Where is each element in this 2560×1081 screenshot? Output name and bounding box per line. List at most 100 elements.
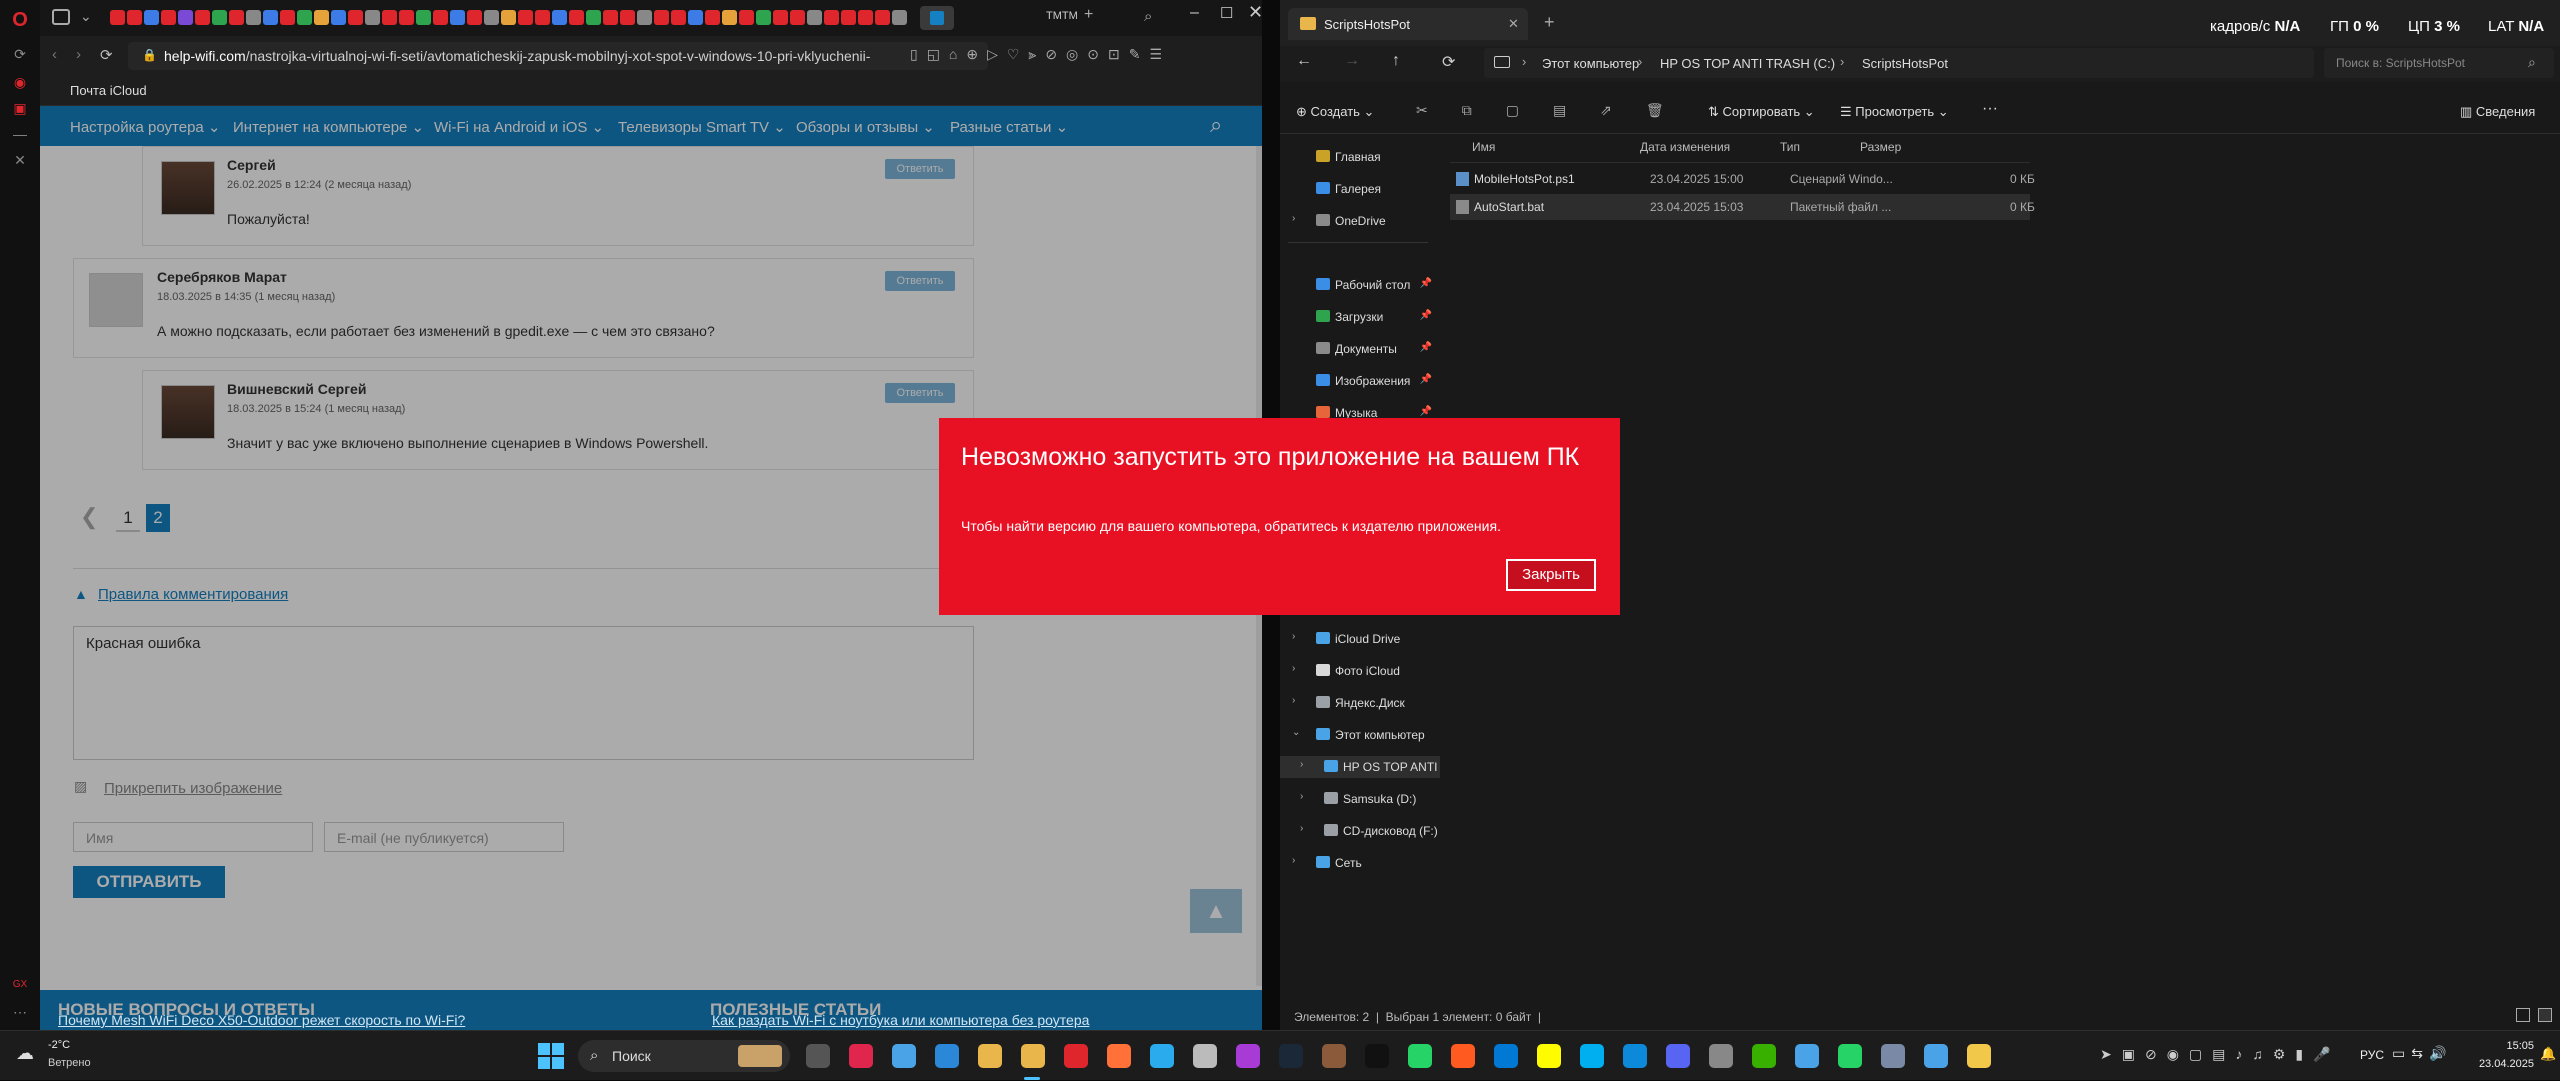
minimize-icon[interactable]: – — [1190, 4, 1199, 22]
taskbar-app-icon[interactable] — [1365, 1044, 1389, 1068]
column-date[interactable]: Дата изменения — [1640, 140, 1730, 154]
tab-favicon-icon[interactable] — [127, 10, 142, 25]
taskbar-app-icon[interactable] — [978, 1044, 1002, 1068]
tab-favicon-icon[interactable] — [280, 10, 295, 25]
taskbar-app-icon[interactable] — [1666, 1044, 1690, 1068]
tab-favicon-icon[interactable] — [603, 10, 618, 25]
view-button[interactable]: ☰ Просмотреть ⌄ — [1840, 104, 1949, 120]
sort-button[interactable]: ⇅ Сортировать ⌄ — [1708, 104, 1815, 120]
tab-favicon-icon[interactable] — [569, 10, 584, 25]
tab-favicon-icon[interactable] — [365, 10, 380, 25]
tab-favicon-icon[interactable] — [484, 10, 499, 25]
explorer-tab[interactable]: ScriptsHotsPot ✕ — [1288, 8, 1528, 40]
tab-favicon-icon[interactable] — [858, 10, 873, 25]
search-field[interactable]: Поиск в: ScriptsHotsPot ⌕ — [2324, 48, 2554, 78]
taskbar-app-icon[interactable] — [1838, 1044, 1862, 1068]
language-indicator[interactable]: РУС — [2360, 1048, 2384, 1062]
more-options-button[interactable]: ··· — [1982, 100, 1998, 118]
tab-favicon-icon[interactable] — [382, 10, 397, 25]
taskbar-app-icon[interactable] — [1881, 1044, 1905, 1068]
nav-drive-c[interactable]: › HP OS TOP ANTI — [1280, 756, 1440, 778]
nav-drive-f[interactable]: › CD-дисковод (F:) — [1280, 820, 1440, 842]
back-icon[interactable]: ← — [1296, 52, 1312, 70]
close-button[interactable]: Закрыть — [1506, 559, 1596, 591]
taskbar-app-icon[interactable] — [1451, 1044, 1475, 1068]
tab-favicon-icon[interactable] — [416, 10, 431, 25]
tab-favicon-icon[interactable] — [807, 10, 822, 25]
new-tab-icon[interactable]: + — [1544, 12, 1555, 33]
taskbar-app-icon[interactable] — [1150, 1044, 1174, 1068]
column-size[interactable]: Размер — [1860, 140, 1901, 154]
address-bar-extensions[interactable]: ▯◱⌂⊕▷♡⫸⊘◎⊙⊡✎☰ — [910, 46, 1250, 66]
taskbar-app-icon[interactable] — [1623, 1044, 1647, 1068]
nav-desktop[interactable]: Рабочий стол 📌 — [1280, 274, 1440, 296]
file-row[interactable]: MobileHotsPot.ps1 23.04.2025 15:00 Сцена… — [1450, 166, 2035, 192]
taskbar-app-icon[interactable] — [1236, 1044, 1260, 1068]
tab-favicon-icon[interactable] — [654, 10, 669, 25]
taskbar-app-icon[interactable] — [849, 1044, 873, 1068]
taskbar-app-icon[interactable] — [1967, 1044, 1991, 1068]
tab-favicon-icon[interactable] — [467, 10, 482, 25]
tab-favicon-icon[interactable] — [110, 10, 125, 25]
tab-favicon-icon[interactable] — [722, 10, 737, 25]
nav-drive-d[interactable]: › Samsuka (D:) — [1280, 788, 1440, 810]
column-type[interactable]: Тип — [1780, 140, 1800, 154]
weather-temp[interactable]: -2°C — [48, 1039, 70, 1051]
tab-favicon-icon[interactable] — [501, 10, 516, 25]
footer-article-link[interactable]: Как раздать Wi-Fi с ноутбука или компьют… — [712, 1012, 1089, 1028]
taskbar-app-icon[interactable] — [892, 1044, 916, 1068]
taskbar-app-icon[interactable] — [1193, 1044, 1217, 1068]
tab-icons-row[interactable] — [110, 0, 970, 36]
breadcrumb[interactable]: › Этот компьютер › HP OS TOP ANTI TRASH … — [1484, 48, 2314, 78]
nav-pictures[interactable]: Изображения 📌 — [1280, 370, 1440, 392]
nav-icloud-photos[interactable]: › Фото iCloud — [1280, 660, 1440, 682]
reload-icon[interactable]: ⟳ — [8, 42, 32, 66]
chevron-down-icon[interactable]: ⌄ — [80, 8, 92, 25]
close-tab-icon[interactable]: ✕ — [1508, 16, 1519, 32]
tab-favicon-icon[interactable] — [348, 10, 363, 25]
footer-question-link[interactable]: Почему Mesh WiFi Deco X50-Outdoor режет … — [58, 1012, 465, 1028]
taskbar-app-icon[interactable] — [1494, 1044, 1518, 1068]
tab-favicon-icon[interactable] — [773, 10, 788, 25]
tab-title[interactable]: ТМТМ — [1046, 10, 1078, 22]
weather-text[interactable]: Ветрено — [48, 1057, 91, 1069]
gx-icon[interactable]: GX — [8, 972, 32, 996]
tab-favicon-icon[interactable] — [297, 10, 312, 25]
tab-favicon-icon[interactable] — [178, 10, 193, 25]
maximize-icon[interactable]: ☐ — [1220, 4, 1233, 22]
tab-favicon-icon[interactable] — [841, 10, 856, 25]
nav-gallery[interactable]: Галерея — [1280, 178, 1440, 200]
taskbar-app-icon[interactable] — [1279, 1044, 1303, 1068]
opera-logo-icon[interactable]: O — [8, 8, 32, 32]
nav-yandex-disk[interactable]: › Яндекс.Диск — [1280, 692, 1440, 714]
tab-favicon-icon[interactable] — [756, 10, 771, 25]
tab-favicon-icon[interactable] — [161, 10, 176, 25]
taskbar-app-icon[interactable] — [1537, 1044, 1561, 1068]
start-icon[interactable] — [538, 1043, 564, 1069]
tab-favicon-icon[interactable] — [195, 10, 210, 25]
tab-favicon-icon[interactable] — [518, 10, 533, 25]
taskbar-app-icon[interactable] — [1021, 1044, 1045, 1068]
taskbar-app-icon[interactable] — [1709, 1044, 1733, 1068]
taskbar-app-icon[interactable] — [1064, 1044, 1088, 1068]
pinned-apps[interactable] — [806, 1031, 1996, 1081]
edit-action-icons[interactable]: ✂⧉▢▤⇗🗑 — [1416, 102, 1698, 119]
create-button[interactable]: ⊕ Создать ⌄ — [1296, 104, 1374, 120]
x-twitter-icon[interactable]: ✕ — [8, 148, 32, 172]
tiles-view-icon[interactable] — [2538, 1008, 2552, 1022]
tab-favicon-icon[interactable] — [246, 10, 261, 25]
tab-favicon-icon[interactable] — [824, 10, 839, 25]
tab-favicon-icon[interactable] — [229, 10, 244, 25]
network-volume-icons[interactable]: ▭⇆🔊 — [2392, 1045, 2452, 1062]
tab-favicon-icon[interactable] — [586, 10, 601, 25]
nav-onedrive[interactable]: › OneDrive — [1280, 210, 1440, 232]
tab-favicon-icon[interactable] — [705, 10, 720, 25]
tab-favicon-icon[interactable] — [671, 10, 686, 25]
tab-favicon-icon[interactable] — [637, 10, 652, 25]
tab-favicon-icon[interactable] — [535, 10, 550, 25]
more-icon[interactable]: ⋯ — [8, 1000, 32, 1024]
bookmark-icloud-mail[interactable]: Почта iCloud — [70, 83, 147, 98]
tab-favicon-icon[interactable] — [399, 10, 414, 25]
nav-icloud-drive[interactable]: › iCloud Drive — [1280, 628, 1440, 650]
reload-page-icon[interactable]: ⟳ — [100, 46, 113, 64]
